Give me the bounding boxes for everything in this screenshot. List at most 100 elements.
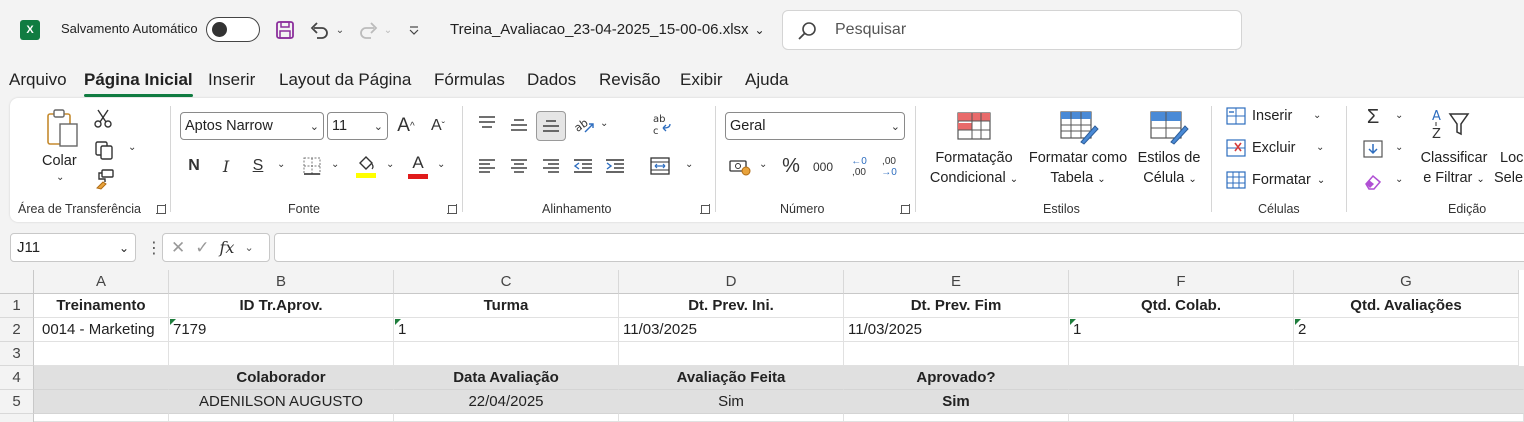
- insert-cells-button[interactable]: Inserir: [1226, 107, 1292, 125]
- cell-c4[interactable]: Data Avaliação: [394, 366, 619, 390]
- cell-e6[interactable]: [844, 414, 1069, 422]
- cut-icon[interactable]: [92, 108, 114, 130]
- cell-g4[interactable]: [1294, 366, 1524, 390]
- cell-a5[interactable]: [34, 390, 169, 414]
- column-header-c[interactable]: C: [394, 270, 619, 294]
- cell-styles-icon[interactable]: [1148, 110, 1190, 146]
- underline-dropdown-icon[interactable]: ⌄: [277, 159, 285, 170]
- row-header-6[interactable]: [0, 414, 34, 422]
- autosum-dropdown-icon[interactable]: ⌄: [1395, 110, 1403, 121]
- save-icon[interactable]: [274, 18, 296, 42]
- cell-e5[interactable]: Sim: [844, 390, 1069, 414]
- search-box[interactable]: Pesquisar: [782, 10, 1242, 50]
- autosave-toggle[interactable]: [206, 17, 260, 42]
- insert-cells-dropdown-icon[interactable]: ⌄: [1313, 110, 1321, 121]
- more-options-icon[interactable]: ⋮: [146, 238, 162, 258]
- cell-styles-label-1[interactable]: Estilos de: [1128, 148, 1210, 168]
- copy-dropdown-icon[interactable]: ⌄: [128, 142, 136, 153]
- number-format-select[interactable]: Geral ⌄: [725, 112, 905, 140]
- find-select-label-1[interactable]: Loc: [1500, 148, 1523, 168]
- name-box[interactable]: J11 ⌄: [10, 233, 136, 262]
- column-header-g[interactable]: G: [1294, 270, 1519, 294]
- row-header-2[interactable]: 2: [0, 318, 34, 342]
- cell-b4[interactable]: Colaborador: [169, 366, 394, 390]
- cell-a2[interactable]: 0014 - Marketing: [34, 318, 169, 342]
- font-color-dropdown-icon[interactable]: ⌄: [437, 159, 445, 170]
- paste-button-label[interactable]: Colar: [42, 151, 77, 171]
- redo-icon[interactable]: [356, 18, 380, 42]
- conditional-formatting-button[interactable]: Condicional ⌄: [924, 168, 1024, 190]
- cell-g2[interactable]: 2: [1294, 318, 1519, 342]
- font-size-select[interactable]: 11 ⌄: [327, 112, 388, 140]
- merge-dropdown-icon[interactable]: ⌄: [685, 159, 693, 170]
- comma-style-button[interactable]: 000: [810, 156, 836, 178]
- cell-f1[interactable]: Qtd. Colab.: [1069, 294, 1294, 318]
- autosum-icon[interactable]: Σ: [1362, 106, 1384, 128]
- cell-e2[interactable]: 11/03/2025: [844, 318, 1069, 342]
- orientation-dropdown-icon[interactable]: ⌄: [600, 118, 608, 129]
- font-name-select[interactable]: Aptos Narrow ⌄: [180, 112, 324, 140]
- cell-c5[interactable]: 22/04/2025: [394, 390, 619, 414]
- copy-icon[interactable]: [92, 139, 116, 161]
- cell-e1[interactable]: Dt. Prev. Fim: [844, 294, 1069, 318]
- cell-e3[interactable]: [844, 342, 1069, 366]
- decrease-indent-icon[interactable]: [572, 155, 594, 177]
- cell-b6[interactable]: [169, 414, 394, 422]
- font-color-icon[interactable]: A: [406, 152, 430, 180]
- format-as-table-icon[interactable]: [1058, 110, 1100, 146]
- column-header-f[interactable]: F: [1069, 270, 1294, 294]
- tab-formulas[interactable]: Fórmulas: [434, 70, 505, 90]
- tab-pagina-inicial[interactable]: Página Inicial: [84, 70, 193, 97]
- align-left-icon[interactable]: [476, 155, 498, 177]
- cell-b1[interactable]: ID Tr.Aprov.: [169, 294, 394, 318]
- merge-center-icon[interactable]: [648, 154, 672, 178]
- cell-a6[interactable]: [34, 414, 169, 422]
- insert-function-button[interactable]: fx: [220, 238, 235, 257]
- sort-filter-label-1[interactable]: Classificar: [1416, 148, 1492, 168]
- tab-layout-pagina[interactable]: Layout da Página: [279, 70, 411, 90]
- cell-d6[interactable]: [619, 414, 844, 422]
- cell-styles-button[interactable]: Célula ⌄: [1132, 168, 1208, 190]
- cell-f3[interactable]: [1069, 342, 1294, 366]
- align-right-icon[interactable]: [540, 155, 562, 177]
- alignment-launcher-icon[interactable]: [700, 204, 710, 214]
- clipboard-launcher-icon[interactable]: [156, 204, 166, 214]
- grow-font-icon[interactable]: A ^: [394, 114, 418, 138]
- row-header-4[interactable]: 4: [0, 366, 34, 390]
- align-top-icon[interactable]: [476, 112, 498, 134]
- percent-style-button[interactable]: %: [780, 154, 802, 178]
- cell-b2[interactable]: 7179: [169, 318, 394, 342]
- clear-icon[interactable]: [1361, 170, 1385, 192]
- customize-toolbar-icon[interactable]: [406, 18, 422, 42]
- conditional-formatting-icon[interactable]: [954, 110, 994, 142]
- bold-button[interactable]: N: [184, 154, 204, 178]
- column-header-d[interactable]: D: [619, 270, 844, 294]
- cell-e4[interactable]: Aprovado?: [844, 366, 1069, 390]
- row-header-5[interactable]: 5: [0, 390, 34, 414]
- format-painter-icon[interactable]: [92, 168, 116, 190]
- tab-exibir[interactable]: Exibir: [680, 70, 723, 90]
- delete-cells-dropdown-icon[interactable]: ⌄: [1316, 142, 1324, 153]
- cell-d1[interactable]: Dt. Prev. Ini.: [619, 294, 844, 318]
- cell-f6[interactable]: [1069, 414, 1294, 422]
- cell-b5[interactable]: ADENILSON AUGUSTO: [169, 390, 394, 414]
- tab-revisao[interactable]: Revisão: [599, 70, 660, 90]
- chevron-down-icon[interactable]: ⌄: [244, 241, 253, 254]
- cell-c1[interactable]: Turma: [394, 294, 619, 318]
- font-launcher-icon[interactable]: [447, 204, 457, 214]
- tab-ajuda[interactable]: Ajuda: [745, 70, 788, 90]
- increase-decimal-button[interactable]: ←0,00: [846, 154, 872, 180]
- cell-c3[interactable]: [394, 342, 619, 366]
- cell-g3[interactable]: [1294, 342, 1519, 366]
- wrap-text-icon[interactable]: ab c: [650, 112, 674, 138]
- conditional-formatting-label-1[interactable]: Formatação: [928, 148, 1020, 168]
- column-header-a[interactable]: A: [34, 270, 169, 294]
- align-center-icon[interactable]: [508, 155, 530, 177]
- formula-input[interactable]: [274, 233, 1524, 262]
- redo-dropdown-icon[interactable]: ⌄: [382, 18, 394, 42]
- cell-d3[interactable]: [619, 342, 844, 366]
- find-select-button[interactable]: Sele: [1494, 168, 1523, 188]
- fill-dropdown-icon[interactable]: ⌄: [1395, 142, 1403, 153]
- format-as-table-label-1[interactable]: Formatar como: [1026, 148, 1130, 168]
- cell-a3[interactable]: [34, 342, 169, 366]
